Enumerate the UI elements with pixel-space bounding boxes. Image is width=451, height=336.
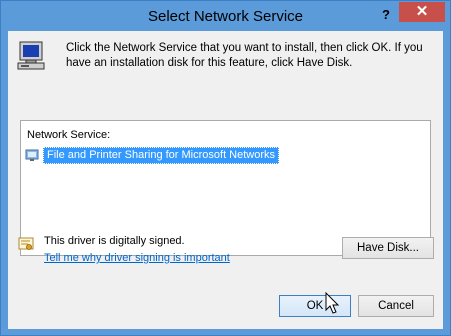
network-service-icon <box>25 149 39 161</box>
dialog-window: Select Network Service ? ✕ Click the Net… <box>0 0 451 336</box>
cancel-button[interactable]: Cancel <box>358 295 434 317</box>
list-item-label: File and Printer Sharing for Microsoft N… <box>43 146 280 164</box>
title-bar[interactable]: Select Network Service ? ✕ <box>1 1 450 31</box>
have-disk-button[interactable]: Have Disk... <box>342 237 434 259</box>
network-computer-icon <box>17 41 45 70</box>
help-button[interactable]: ? <box>377 6 395 24</box>
dialog-body: Click the Network Service that you want … <box>8 31 443 329</box>
driver-signing-link[interactable]: Tell me why driver signing is important <box>44 252 230 264</box>
list-item[interactable]: File and Printer Sharing for Microsoft N… <box>25 146 280 164</box>
list-header: Network Service: <box>27 129 111 141</box>
instructions-text: Click the Network Service that you want … <box>66 42 423 69</box>
mouse-cursor-icon <box>325 292 340 314</box>
close-button[interactable]: ✕ <box>399 2 445 22</box>
signing-status-text: This driver is digitally signed. <box>44 235 185 247</box>
certificate-icon <box>18 237 34 250</box>
